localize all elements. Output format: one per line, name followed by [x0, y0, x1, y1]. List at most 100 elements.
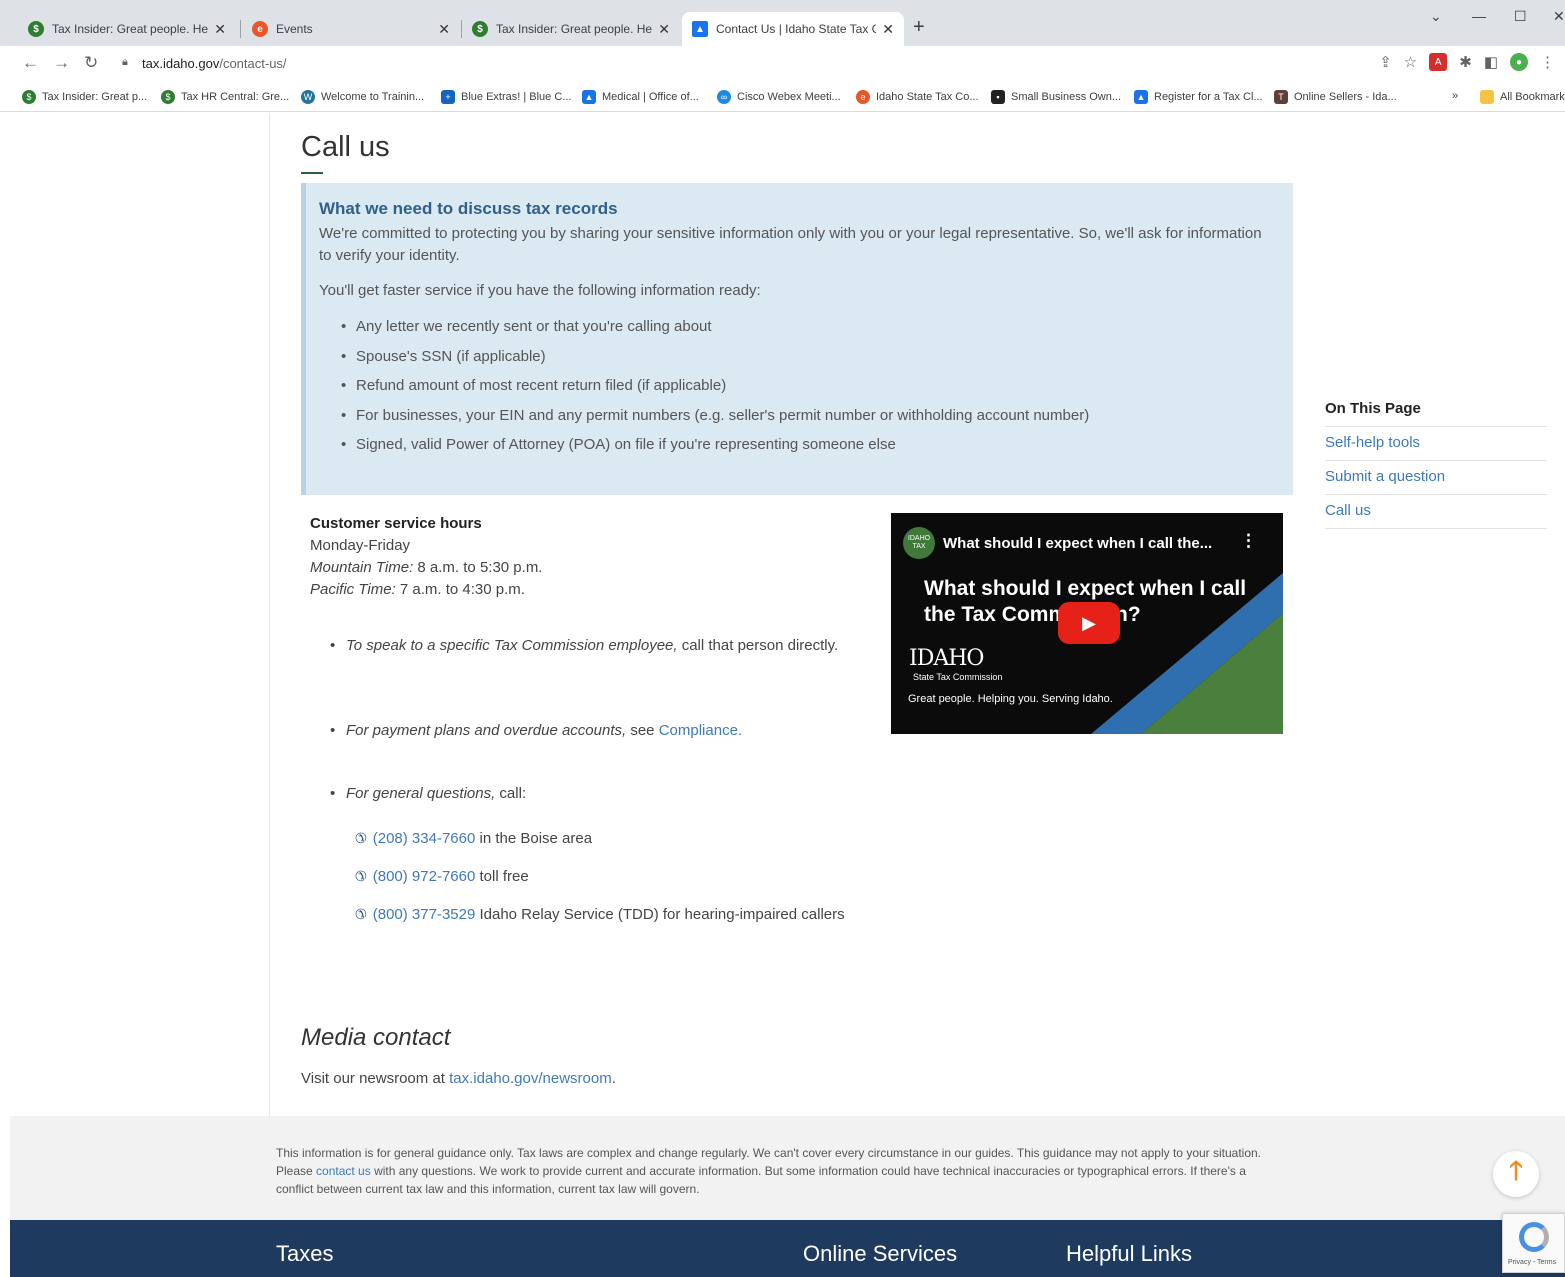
phone-line: ✆ (800) 377-3529 Idaho Relay Service (TDD…: [347, 903, 877, 926]
nav-link-call-us[interactable]: Call us: [1325, 495, 1547, 529]
info-title: What we need to discuss tax records: [319, 199, 618, 218]
tab-events[interactable]: e Events ✕: [242, 12, 460, 46]
all-bookmarks-folder[interactable]: All Bookmarks: [1480, 90, 1565, 104]
bookmark-favicon-icon: ▲: [1134, 90, 1148, 104]
bookmark-item[interactable]: $ Tax HR Central: Gre...: [161, 90, 289, 104]
phone-link[interactable]: (208) 334-7660: [373, 830, 476, 847]
on-this-page-title: On This Page: [1325, 400, 1547, 427]
list-item: To speak to a specific Tax Commission em…: [330, 635, 870, 657]
tab-search-chevron-icon[interactable]: ⌄: [1430, 8, 1442, 25]
bookmark-favicon-icon: $: [161, 90, 175, 104]
bookmark-item[interactable]: T Online Sellers - Ida...: [1274, 90, 1397, 104]
acrobat-extension-icon[interactable]: A: [1429, 53, 1448, 71]
bookmark-favicon-icon: T: [1274, 90, 1288, 104]
on-this-page-nav: On This Page Self-help tools Submit a qu…: [1325, 400, 1547, 529]
back-arrow-icon[interactable]: ←: [22, 53, 39, 73]
lock-icon[interactable]: 🔒︎: [122, 56, 128, 69]
share-icon[interactable]: ⇪: [1379, 53, 1392, 71]
list-item: Refund amount of most recent return file…: [341, 375, 1089, 405]
bookmark-item[interactable]: ▪ Small Business Own...: [991, 90, 1121, 104]
tab-contact-us[interactable]: ▲ Contact Us | Idaho State Tax Con ✕: [682, 12, 904, 46]
list-item: Any letter we recently sent or that you'…: [341, 316, 1089, 346]
bookmark-favicon-icon: e: [856, 90, 870, 104]
play-button[interactable]: ▶: [1058, 602, 1120, 644]
compliance-link[interactable]: Compliance.: [659, 722, 742, 739]
info-paragraph: We're committed to protecting you by sha…: [319, 225, 1262, 264]
nav-link-self-help[interactable]: Self-help tools: [1325, 427, 1547, 461]
nav-link-submit-question[interactable]: Submit a question: [1325, 461, 1547, 495]
hours-mountain: Mountain Time: 8 a.m. to 5:30 p.m.: [310, 559, 543, 576]
brand-subtitle: State Tax Commission: [913, 672, 1003, 682]
tab-tax-insider-1[interactable]: $ Tax Insider: Great people. Helpin ✕: [18, 12, 236, 46]
tab-favicon-icon: e: [252, 21, 268, 37]
page-title: Call us: [301, 131, 390, 163]
reload-icon[interactable]: ↻: [84, 53, 98, 73]
recaptcha-badge[interactable]: Privacy - Terms: [1502, 1213, 1565, 1273]
minimize-icon[interactable]: —: [1472, 8, 1486, 24]
tab-tax-insider-2[interactable]: $ Tax Insider: Great people. Helpin ✕: [462, 12, 680, 46]
browser-menu-icon[interactable]: ⋮: [1540, 53, 1555, 71]
list-item: For payment plans and overdue accounts, …: [330, 720, 870, 742]
bookmark-item[interactable]: e Idaho State Tax Co...: [856, 90, 979, 104]
info-callout: What we need to discuss tax records We'r…: [301, 183, 1293, 495]
close-icon[interactable]: ✕: [658, 21, 670, 38]
window-close-icon[interactable]: ✕: [1553, 8, 1565, 25]
address-bar: ← → ↻ 🔒︎ tax.idaho.gov/contact-us/ ⇪ ☆ A…: [0, 46, 1565, 82]
bookmark-item[interactable]: ▲ Medical | Office of...: [582, 90, 699, 104]
close-icon[interactable]: ✕: [882, 21, 894, 38]
tab-favicon-icon: $: [472, 21, 488, 37]
new-tab-icon[interactable]: +: [913, 16, 925, 39]
phone-icon: ✆: [355, 906, 367, 922]
tab-title: Events: [276, 22, 313, 36]
footer-heading-taxes[interactable]: Taxes: [276, 1241, 333, 1267]
channel-logo[interactable]: IDAHO TAX: [903, 527, 935, 559]
bookmark-star-icon[interactable]: ☆: [1404, 53, 1417, 71]
extensions-puzzle-icon[interactable]: ✱: [1459, 53, 1472, 71]
media-heading: Media contact: [301, 1024, 451, 1051]
video-title[interactable]: What should I expect when I call the...: [943, 535, 1212, 552]
video-embed[interactable]: IDAHO TAX What should I expect when I ca…: [891, 513, 1283, 734]
disclaimer-text: This information is for general guidance…: [276, 1146, 1262, 1196]
bookmark-item[interactable]: ∞ Cisco Webex Meeti...: [717, 90, 841, 104]
list-item: Signed, valid Power of Attorney (POA) on…: [341, 434, 1089, 464]
list-item: Spouse's SSN (if applicable): [341, 346, 1089, 376]
phone-link[interactable]: (800) 377-3529: [373, 906, 476, 923]
hours-title: Customer service hours: [310, 515, 482, 532]
tab-favicon-icon: ▲: [692, 21, 708, 37]
bookmark-favicon-icon: W: [301, 90, 315, 104]
recaptcha-links[interactable]: Privacy - Terms: [1508, 1259, 1556, 1266]
list-item: For businesses, your EIN and any permit …: [341, 405, 1089, 435]
bookmark-favicon-icon: ▲: [582, 90, 596, 104]
newsroom-link[interactable]: tax.idaho.gov/newsroom: [449, 1070, 612, 1087]
arrow-up-icon: 🡑︎: [1509, 1155, 1523, 1185]
disclaimer: This information is for general guidance…: [10, 1116, 1565, 1220]
bookmark-item[interactable]: + Blue Extras! | Blue C...: [441, 90, 571, 104]
video-menu-icon[interactable]: ⋮: [1240, 531, 1257, 551]
url-field[interactable]: tax.idaho.gov/contact-us/: [142, 56, 287, 71]
close-icon[interactable]: ✕: [214, 21, 226, 38]
footer-heading-helpful-links[interactable]: Helpful Links: [1066, 1241, 1192, 1267]
close-icon[interactable]: ✕: [438, 21, 450, 38]
idaho-brand: IDAHO: [909, 646, 984, 671]
bookmark-item[interactable]: $ Tax Insider: Great p...: [22, 90, 147, 104]
phone-icon: ✆: [355, 830, 367, 846]
page-content: Call us What we need to discuss tax reco…: [10, 113, 1565, 1277]
side-panel-icon[interactable]: ◧: [1484, 53, 1498, 71]
bookmark-favicon-icon: +: [441, 90, 455, 104]
play-icon: ▶: [1082, 612, 1096, 633]
bookmark-item[interactable]: ▲ Register for a Tax Cl...: [1134, 90, 1263, 104]
bookmark-favicon-icon: $: [22, 90, 36, 104]
maximize-icon[interactable]: ☐: [1514, 8, 1527, 25]
phone-link[interactable]: (800) 972-7660: [373, 868, 476, 885]
brand-tagline: Great people. Helping you. Serving Idaho…: [908, 693, 1113, 705]
profile-avatar[interactable]: ●: [1510, 53, 1528, 71]
footer-heading-online-services[interactable]: Online Services: [803, 1241, 957, 1267]
site-footer: Taxes Online Services Helpful Links: [10, 1220, 1565, 1277]
phone-line: ✆ (800) 972-7660 toll free: [355, 865, 885, 888]
back-to-top-button[interactable]: 🡑︎: [1493, 1151, 1539, 1197]
bookmarks-overflow-button[interactable]: »: [1452, 90, 1458, 102]
bookmark-item[interactable]: W Welcome to Trainin...: [301, 90, 424, 104]
forward-arrow-icon[interactable]: →: [53, 53, 70, 73]
folder-icon: [1480, 90, 1494, 104]
contact-us-link[interactable]: contact us: [316, 1164, 371, 1178]
